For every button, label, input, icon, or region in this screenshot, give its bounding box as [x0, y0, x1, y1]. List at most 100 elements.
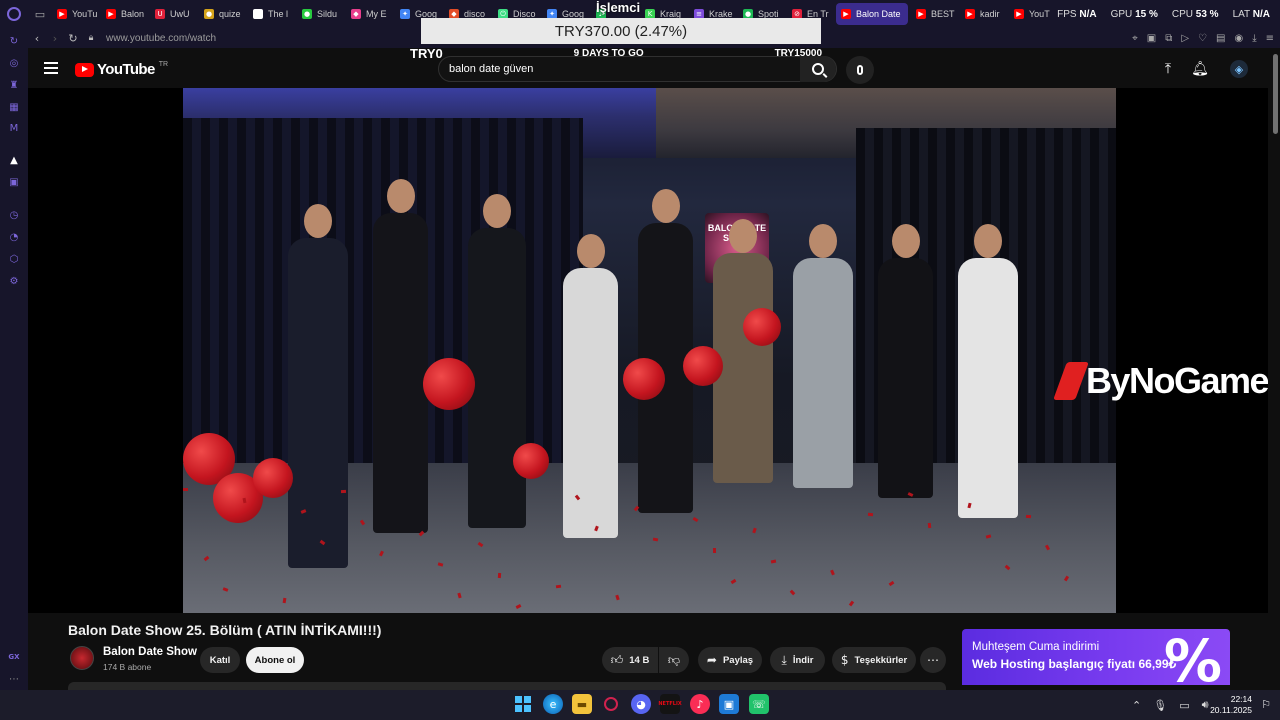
tab-favicon-icon: ▶ — [841, 9, 851, 19]
account-avatar[interactable]: ◈ — [1230, 60, 1248, 78]
taskbar-clock[interactable]: 22:14 20.11.2025 — [1208, 694, 1252, 716]
more-icon[interactable]: ⋯ — [7, 672, 21, 686]
tab-label: Sildu — [317, 9, 338, 19]
heart-icon[interactable]: ♡ — [1198, 33, 1207, 44]
video-player[interactable]: BALON DATE SHOW ByNoGame — [28, 88, 1268, 613]
browser-tab[interactable]: ▶ kadir — [960, 3, 1006, 25]
dislike-button[interactable]: 👎︎ — [659, 647, 689, 673]
voice-search-button[interactable] — [846, 56, 874, 84]
gx-corner-icon[interactable]: ♜ — [7, 78, 21, 92]
windows-start-icon[interactable] — [513, 694, 533, 714]
ai-icon[interactable]: ▲ — [7, 153, 21, 167]
browser-tab[interactable]: ▶ Balon Date — [836, 3, 908, 25]
join-button[interactable]: Katıl — [200, 647, 240, 673]
gpu-stat: GPU 15 % — [1110, 8, 1158, 20]
like-button[interactable]: 👍︎ 14 B — [602, 647, 658, 673]
browser-tab[interactable]: ● quize — [199, 3, 245, 25]
notifications-icon[interactable]: 🔔︎ — [1191, 60, 1209, 78]
channel-avatar[interactable] — [70, 646, 94, 670]
search-input[interactable] — [449, 63, 808, 75]
youtube-logo[interactable]: YouTube TR — [75, 61, 168, 78]
browser-tab[interactable]: ◆ The l — [248, 3, 294, 25]
bookmark-page-icon[interactable]: ⌖ — [1132, 33, 1138, 44]
balloon — [683, 346, 723, 386]
tab-favicon-icon: ● — [204, 9, 214, 19]
channel-name[interactable]: Balon Date Show — [103, 646, 197, 658]
scrollbar-thumb[interactable] — [1273, 54, 1278, 134]
twitch-icon[interactable]: ▣ — [7, 175, 21, 189]
cpu-stat: CPU 53 % — [1171, 8, 1219, 20]
back-icon[interactable]: ‹ — [28, 28, 46, 48]
like-count: 14 B — [629, 654, 650, 666]
person-head — [483, 194, 511, 228]
tray-microphone-icon[interactable]: 🎙︎ — [1153, 699, 1167, 712]
browser-tab[interactable]: ● Sildu — [297, 3, 343, 25]
subscribe-button[interactable]: Abone ol — [246, 647, 304, 673]
screenshot-icon[interactable]: ⧉ — [1165, 33, 1172, 44]
overlay-start: TRY0 — [410, 45, 443, 61]
settings-icon[interactable]: ⚙ — [7, 274, 21, 288]
opera-gx-taskbar-icon[interactable] — [601, 694, 621, 714]
region-code: TR — [158, 61, 169, 68]
browser-tab[interactable]: ▶ YouTu — [52, 3, 98, 25]
discord-icon[interactable]: ◕ — [631, 694, 651, 714]
hamburger-menu-icon[interactable] — [44, 62, 58, 74]
share-button[interactable]: ➦ Paylaş — [698, 647, 762, 673]
download-icon[interactable]: ⤓ — [1252, 33, 1256, 44]
edge-icon[interactable]: e — [543, 694, 563, 714]
gx-control-icon[interactable]: ◎ — [7, 56, 21, 70]
advertisement-banner[interactable]: Muhteşem Cuma indirimi Web Hosting başla… — [962, 629, 1230, 685]
wallet-icon[interactable]: ▤ — [1216, 33, 1225, 44]
messenger-icon[interactable]: ▣ — [719, 694, 739, 714]
rose-petal — [927, 522, 932, 529]
person-figure — [373, 213, 428, 533]
ad-offer: Web Hosting başlangıç fiyatı 66,99₺ — [972, 657, 1177, 671]
description-box[interactable] — [68, 682, 946, 690]
cleaner-icon[interactable]: ▦ — [7, 100, 21, 114]
menu-icon[interactable]: ≡ — [1266, 33, 1274, 44]
whatsapp-icon[interactable]: ☏ — [749, 694, 769, 714]
snapshot-icon[interactable]: ▣ — [1147, 33, 1156, 44]
tab-label: My E — [366, 9, 387, 19]
player-sidebar-icon[interactable]: ◷ — [7, 208, 21, 222]
url-text[interactable]: www.youtube.com/watch — [106, 33, 216, 44]
account-icon[interactable]: ◉ — [1234, 33, 1243, 44]
tab-favicon-icon: ◆ — [253, 9, 263, 19]
browser-tab[interactable]: ◆ My E — [346, 3, 392, 25]
more-actions-button[interactable]: ⋯ — [920, 647, 946, 673]
thumbs-down-icon: 👎︎ — [667, 652, 681, 667]
browser-tab[interactable]: ▶ YouT — [1009, 3, 1055, 25]
history-icon[interactable]: ◔ — [7, 230, 21, 244]
thanks-button[interactable]: $ Teşekkürler — [832, 647, 916, 673]
overlay-label: İşlemci — [596, 0, 641, 15]
extensions-icon[interactable]: ⬡ — [7, 252, 21, 266]
lat-stat: LAT N/A — [1232, 8, 1270, 20]
tray-overflow-icon[interactable]: ⌃ — [1132, 699, 1141, 712]
tray-network-icon[interactable]: ▭ — [1179, 699, 1189, 712]
page-scrollbar[interactable] — [1270, 48, 1280, 690]
music-icon[interactable]: ♪ — [690, 694, 710, 714]
upload-icon[interactable]: ⤒ — [1159, 60, 1177, 78]
tab-favicon-icon: ● — [302, 9, 312, 19]
balloon — [423, 358, 475, 410]
reload-icon[interactable]: ↻ — [64, 28, 82, 48]
download-button[interactable]: ⤓ İndir — [770, 647, 825, 673]
tab-gallery-icon[interactable]: ▭ — [28, 0, 52, 28]
refresh-sidebar-icon[interactable]: ↻ — [7, 34, 21, 48]
player-icon[interactable]: ▷ — [1181, 33, 1189, 44]
opera-logo[interactable] — [0, 0, 28, 28]
person-head — [304, 204, 332, 238]
netflix-icon[interactable]: NETFLIX — [658, 694, 682, 714]
browser-tab[interactable]: U UwU — [150, 3, 196, 25]
tab-label: kadir — [980, 9, 1000, 19]
mods-icon[interactable]: M — [7, 121, 21, 135]
search-icon — [812, 63, 824, 75]
notification-center-icon[interactable]: ⚐ — [1256, 694, 1276, 714]
person-figure — [793, 258, 853, 488]
browser-tab[interactable]: ▶ Balon — [101, 3, 147, 25]
file-explorer-icon[interactable]: ▬ — [572, 694, 592, 714]
balloon — [623, 358, 665, 400]
video-frame[interactable]: BALON DATE SHOW — [183, 88, 1116, 613]
forward-icon[interactable]: › — [46, 28, 64, 48]
browser-tab[interactable]: ▶ BEST — [911, 3, 957, 25]
